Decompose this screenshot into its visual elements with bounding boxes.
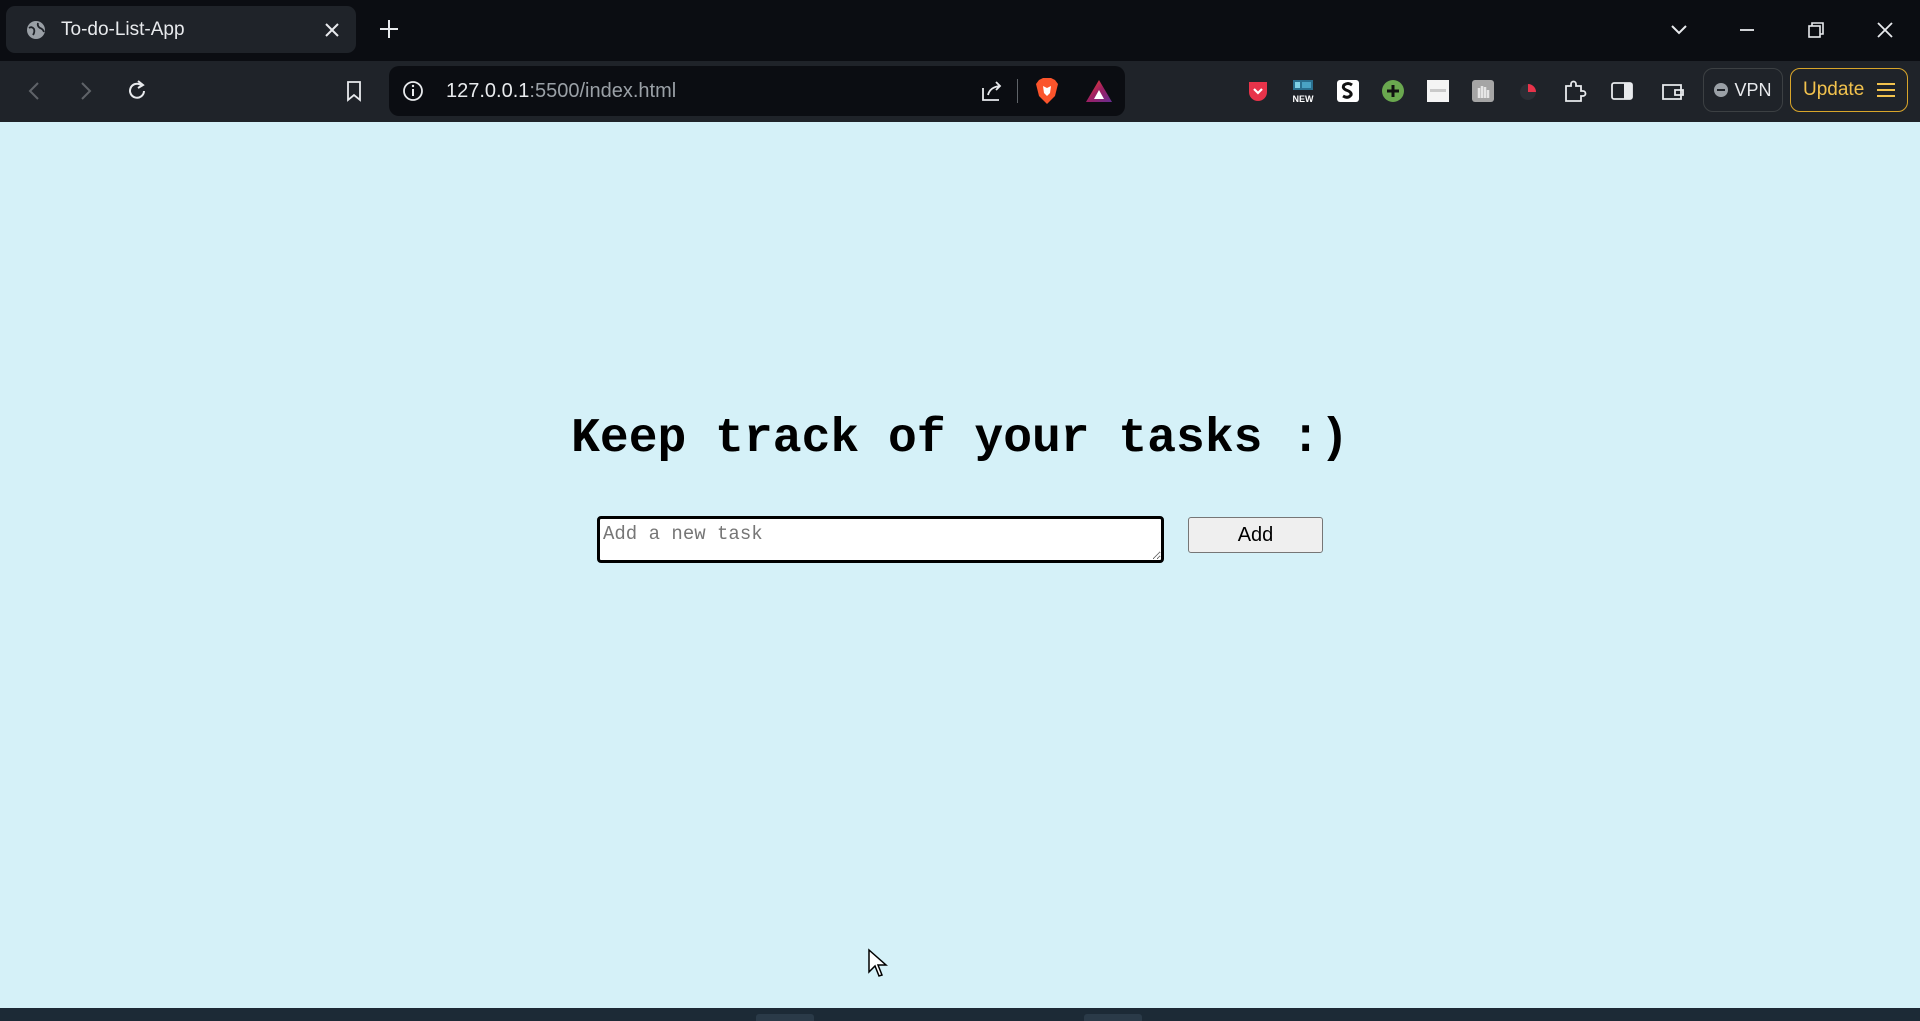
url-text[interactable]: 127.0.0.1:5500/index.html bbox=[446, 66, 676, 116]
reload-icon[interactable] bbox=[122, 76, 152, 106]
address-bar[interactable]: 127.0.0.1:5500/index.html bbox=[389, 66, 1125, 116]
site-info-icon[interactable] bbox=[401, 79, 425, 103]
tab-title: To-do-List-App bbox=[61, 19, 185, 40]
url-host: 127.0.0.1 bbox=[446, 80, 530, 102]
bookmark-icon[interactable] bbox=[339, 76, 369, 106]
pocket-extension-icon[interactable] bbox=[1243, 76, 1273, 106]
add-task-button[interactable]: Add bbox=[1188, 517, 1323, 553]
restore-icon[interactable] bbox=[1801, 15, 1831, 45]
vpn-label: VPN bbox=[1734, 79, 1772, 100]
vpn-status-icon bbox=[1714, 83, 1729, 97]
mouse-cursor-icon bbox=[868, 948, 888, 977]
browser-toolbar: 127.0.0.1:5500/index.html NEW VPN Update bbox=[0, 61, 1920, 122]
close-tab-icon[interactable] bbox=[320, 18, 344, 42]
wallet-icon[interactable] bbox=[1658, 76, 1688, 106]
new-task-input[interactable] bbox=[597, 516, 1164, 563]
minimize-icon[interactable] bbox=[1732, 15, 1762, 45]
back-icon[interactable] bbox=[20, 76, 50, 106]
taskbar-item[interactable] bbox=[756, 1014, 814, 1021]
brave-shields-icon[interactable] bbox=[1033, 76, 1061, 106]
hamburger-menu-icon bbox=[1877, 83, 1895, 97]
taskbar-item[interactable] bbox=[1084, 1014, 1142, 1021]
hand-extension-icon[interactable] bbox=[1468, 76, 1498, 106]
url-path: :5500/index.html bbox=[529, 80, 677, 102]
update-button[interactable]: Update bbox=[1790, 68, 1908, 112]
update-label: Update bbox=[1803, 79, 1865, 100]
extension-new-graphic: NEW bbox=[1293, 80, 1315, 104]
brave-rewards-icon[interactable] bbox=[1085, 78, 1113, 104]
new-tab-icon[interactable] bbox=[376, 16, 402, 42]
extensions-puzzle-icon[interactable] bbox=[1559, 76, 1589, 106]
page-viewport: Keep track of your tasks :) Add bbox=[0, 122, 1920, 1008]
forward-icon[interactable] bbox=[70, 76, 100, 106]
close-window-icon[interactable] bbox=[1870, 15, 1900, 45]
page-title: Keep track of your tasks :) bbox=[571, 412, 1349, 466]
url-separator bbox=[1017, 79, 1018, 103]
browser-tab-strip: To-do-List-App bbox=[0, 0, 1920, 61]
timer-extension-icon[interactable] bbox=[1513, 76, 1543, 106]
new-badge-text: NEW bbox=[1293, 94, 1315, 104]
share-icon[interactable] bbox=[979, 78, 1005, 104]
active-tab[interactable]: To-do-List-App bbox=[6, 6, 356, 53]
plus-extension-icon[interactable] bbox=[1378, 76, 1408, 106]
globe-icon bbox=[27, 21, 45, 39]
s-extension-icon[interactable] bbox=[1333, 76, 1363, 106]
sidebar-icon[interactable] bbox=[1607, 76, 1637, 106]
tab-search-chevron-icon[interactable] bbox=[1664, 15, 1694, 45]
new-extension-icon[interactable]: NEW bbox=[1288, 76, 1318, 106]
vpn-button[interactable]: VPN bbox=[1703, 68, 1783, 112]
image-extension-icon[interactable] bbox=[1423, 76, 1453, 106]
taskbar-edge bbox=[0, 1008, 1920, 1021]
